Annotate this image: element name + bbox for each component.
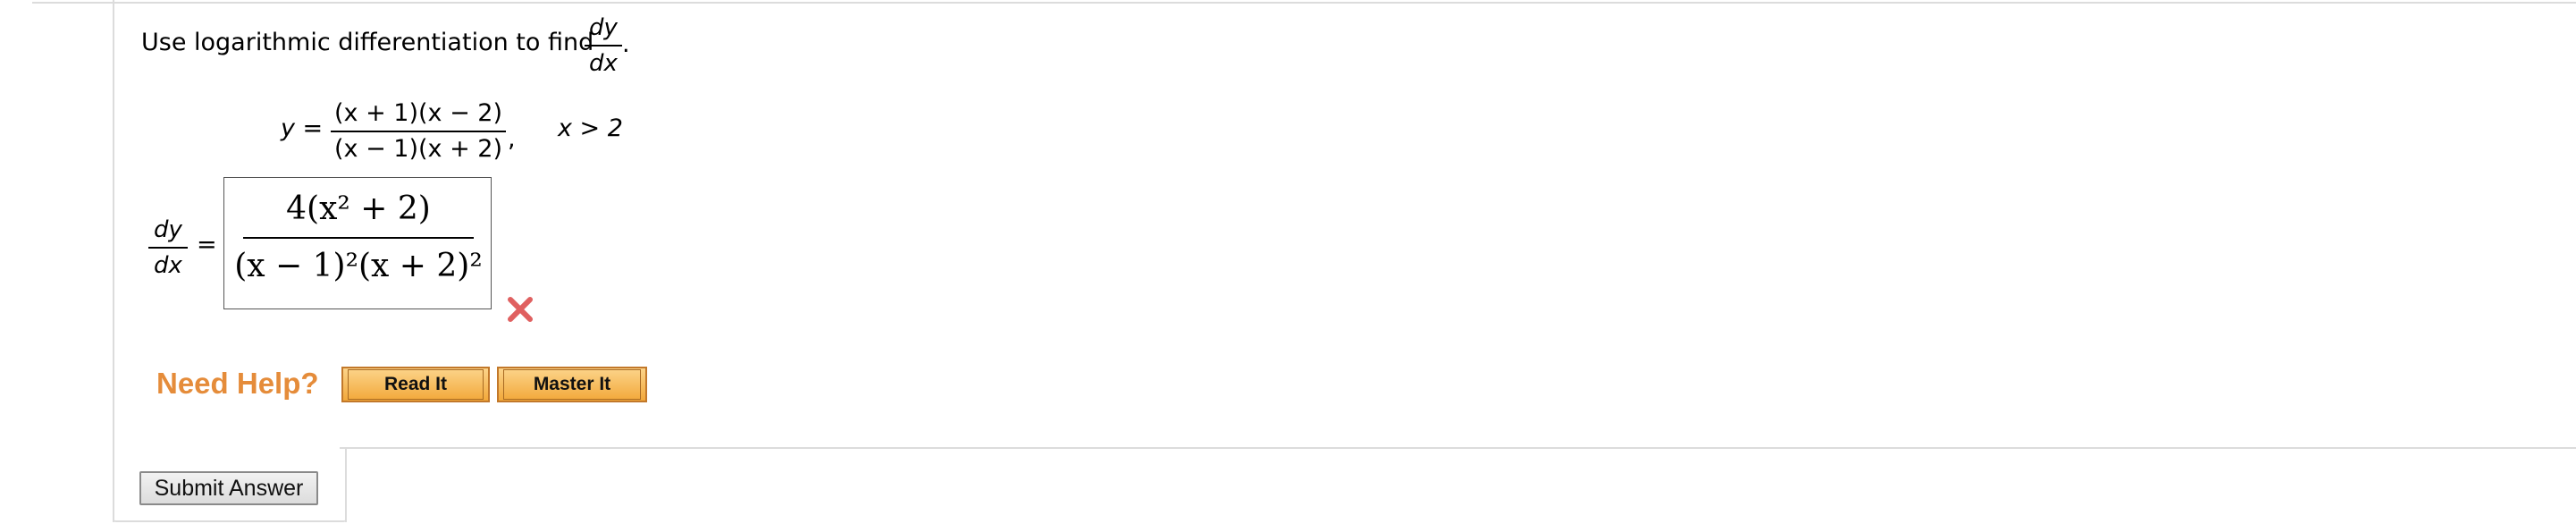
prompt-text: Use logarithmic differentiation to find: [141, 29, 594, 56]
frame-right-border: [340, 447, 347, 522]
incorrect-x-icon: [508, 297, 533, 322]
fraction-bar: [331, 131, 506, 132]
fraction-bar: [243, 237, 474, 239]
answer-lhs-dydx: dy dx: [148, 215, 188, 281]
prompt-dy: dy: [589, 14, 618, 41]
equation-comma: ,: [508, 125, 516, 153]
prompt-dx: dx: [589, 50, 618, 77]
answer-numerator: 4(x² + 2): [286, 190, 431, 227]
answer-fraction: 4(x² + 2) (x − 1)²(x + 2)²: [224, 187, 492, 289]
equation-denominator: (x − 1)(x + 2): [333, 135, 503, 163]
answer-input-box[interactable]: 4(x² + 2) (x − 1)²(x + 2)²: [223, 177, 492, 309]
frame-bottom-border: [113, 519, 347, 522]
answer-equals: =: [197, 231, 217, 258]
master-it-label: Master It: [503, 369, 641, 400]
equation-condition: x > 2: [558, 114, 623, 142]
fraction-bar: [585, 45, 622, 46]
equation-numerator: (x + 1)(x − 2): [333, 99, 503, 127]
master-it-button[interactable]: Master It: [497, 367, 647, 402]
need-help-label: Need Help?: [156, 367, 319, 400]
fraction-bar: [148, 247, 188, 249]
prompt-period: .: [622, 30, 630, 58]
answer-dx: dx: [154, 252, 182, 279]
answer-dy: dy: [154, 216, 182, 243]
submit-answer-button[interactable]: Submit Answer: [139, 471, 318, 505]
answer-denominator: (x − 1)²(x + 2)²: [234, 248, 483, 284]
frame-left-border: [113, 0, 116, 522]
prompt-dydx: dy dx: [585, 13, 622, 79]
read-it-button[interactable]: Read It: [341, 367, 490, 402]
frame-divider: [340, 447, 2576, 449]
frame-top-border: [32, 0, 2576, 4]
equation-lhs: y =: [281, 114, 324, 142]
equation-fraction: (x + 1)(x − 2) (x − 1)(x + 2): [331, 98, 506, 165]
read-it-label: Read It: [348, 369, 484, 400]
